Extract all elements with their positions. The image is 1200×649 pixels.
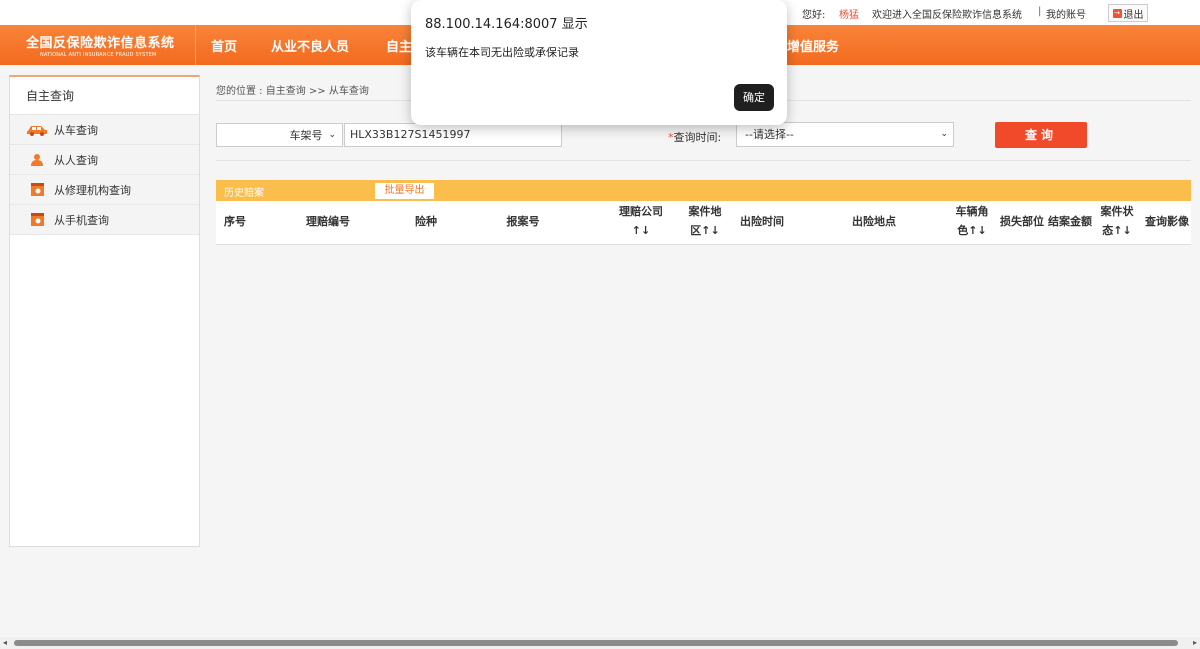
nav-home[interactable]: 首页	[211, 36, 237, 55]
logout-button[interactable]: → 退出	[1108, 4, 1148, 22]
sidebar-item-repair-query[interactable]: 从修理机构查询	[10, 175, 199, 205]
logout-label: 退出	[1123, 9, 1144, 21]
table-column-header: 理赔编号	[286, 212, 370, 231]
sidebar-header: 自主查询	[10, 77, 199, 115]
scrollbar-thumb[interactable]	[14, 640, 1178, 646]
logout-icon: →	[1112, 8, 1122, 18]
query-type-select[interactable]: 车架号 ⌄	[216, 123, 343, 147]
alert-dialog: 88.100.14.164:8007 显示 该车辆在本司无出险或承保记录 确定	[411, 0, 787, 125]
separator: |	[1038, 6, 1042, 17]
my-account-link[interactable]: 我的账号	[1046, 6, 1086, 21]
car-icon	[26, 124, 48, 136]
vin-input[interactable]: HLX33B127S1451997	[344, 123, 562, 147]
query-button[interactable]: 查询	[995, 122, 1087, 148]
welcome-text: 欢迎进入全国反保险欺诈信息系统	[872, 10, 1022, 21]
sidebar-item-phone-query[interactable]: 从手机查询	[10, 205, 199, 235]
nav-self-query[interactable]: 自主	[386, 36, 412, 55]
dialog-message: 该车辆在本司无出险或承保记录	[425, 46, 579, 59]
table-column-header: 报案号	[486, 212, 560, 231]
repair-shop-icon	[26, 183, 48, 196]
column-label: 报案号	[506, 215, 540, 228]
logo[interactable]: 全国反保险欺诈信息系统 NATIONAL ANTI INSURANCE FRAU…	[0, 25, 196, 65]
breadcrumb: 您的位置 : 自主查询 >> 从车查询	[216, 86, 369, 97]
table-column-header: 结案金额	[1047, 212, 1093, 231]
query-type-value: 车架号	[289, 129, 323, 142]
column-label: 结案金额	[1048, 215, 1092, 228]
history-bar: 历史赔案 批量导出	[216, 180, 1191, 201]
divider	[216, 160, 1191, 161]
sidebar-item-label: 从人查询	[54, 153, 98, 167]
column-label: 险种	[415, 215, 437, 228]
dialog-title: 88.100.14.164:8007 显示	[425, 17, 588, 32]
table-column-header: 损失部位	[996, 212, 1048, 231]
horizontal-scrollbar[interactable]: ◂ ▸	[0, 637, 1200, 649]
column-label: 查询影像	[1145, 215, 1189, 228]
table-header: 序号 理赔编号 险种 报案号 理赔公司 ↑↓ 案件地区↑↓ 出险时间 出险地点 车辆角色↑↓ 损失部…	[216, 201, 1191, 245]
scroll-right-icon[interactable]: ▸	[1193, 638, 1197, 647]
table-column-header[interactable]: 理赔公司 ↑↓	[611, 202, 671, 240]
sidebar: 自主查询 从车查询 从人查询 从修理机构查询 从手机查询	[9, 75, 200, 547]
column-label: 案件状	[1100, 205, 1134, 218]
table-column-header[interactable]: 案件状态↑↓	[1094, 202, 1140, 240]
nav-value-added[interactable]: 增值服务	[787, 36, 839, 55]
chevron-down-icon: ⌄	[328, 130, 336, 140]
query-time-select[interactable]: --请选择-- ⌄	[736, 122, 954, 147]
column-label: 出险时间	[740, 215, 784, 228]
dialog-ok-button[interactable]: 确定	[734, 84, 774, 111]
table-column-header: 险种	[396, 212, 456, 231]
batch-export-button[interactable]: 批量导出	[375, 183, 434, 199]
column-label: 案件地	[688, 205, 722, 218]
logo-subtitle: NATIONAL ANTI INSURANCE FRAUD SYSTEM	[40, 52, 157, 58]
sidebar-item-label: 从修理机构查询	[54, 183, 131, 197]
table-column-header[interactable]: 案件地区↑↓	[676, 202, 734, 240]
query-time-value: --请选择--	[745, 128, 794, 141]
sidebar-item-label: 从手机查询	[54, 213, 109, 227]
column-label: 车辆角	[955, 205, 989, 218]
table-column-header: 查询影像	[1142, 212, 1192, 231]
sidebar-item-car-query[interactable]: 从车查询	[10, 115, 199, 145]
chevron-down-icon: ⌄	[940, 129, 948, 139]
nav-bad-practitioners[interactable]: 从业不良人员	[271, 36, 349, 55]
person-icon	[26, 153, 48, 166]
sort-arrows[interactable]: ↑↓	[611, 221, 671, 240]
sort-arrows[interactable]: 色↑↓	[946, 221, 998, 240]
sort-arrows[interactable]: 区↑↓	[676, 221, 734, 240]
query-time-text: 查询时间:	[673, 131, 722, 144]
column-label: 损失部位	[1000, 215, 1044, 228]
user-name: 杨猛	[839, 10, 859, 21]
table-column-header: 序号	[216, 212, 254, 231]
column-label: 出险地点	[852, 215, 896, 228]
sort-arrows[interactable]: 态↑↓	[1094, 221, 1140, 240]
sidebar-item-person-query[interactable]: 从人查询	[10, 145, 199, 175]
column-label: 理赔编号	[306, 215, 350, 228]
sidebar-item-label: 从车查询	[54, 123, 98, 137]
phone-icon	[26, 213, 48, 226]
scroll-left-icon[interactable]: ◂	[3, 638, 7, 647]
table-column-header: 出险地点	[836, 212, 912, 231]
table-column-header[interactable]: 车辆角色↑↓	[946, 202, 998, 240]
column-label: 序号	[224, 215, 246, 228]
logo-title: 全国反保险欺诈信息系统	[26, 36, 175, 51]
query-time-label: *查询时间:	[668, 129, 721, 145]
history-title: 历史赔案	[224, 188, 264, 199]
column-label: 理赔公司	[619, 205, 663, 218]
greeting-label: 您好:	[802, 10, 826, 21]
table-column-header: 出险时间	[734, 212, 790, 231]
